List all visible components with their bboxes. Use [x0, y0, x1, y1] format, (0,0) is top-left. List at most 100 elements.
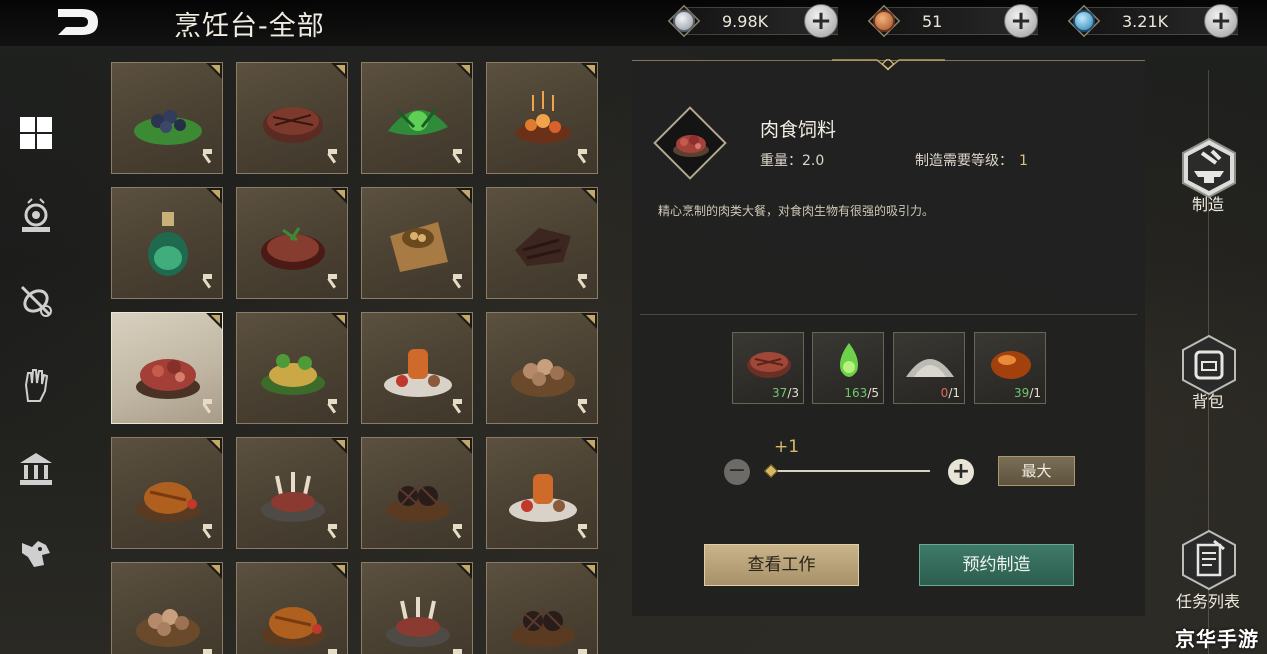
panel-divider: [640, 314, 1137, 315]
recipe-slot-urchin-dish[interactable]: [361, 437, 473, 549]
category-gather[interactable]: [16, 365, 56, 405]
hammer-icon: [202, 274, 212, 289]
back-button[interactable]: [54, 5, 104, 39]
material-have: 39: [1014, 386, 1030, 400]
copper-coin-icon: [873, 10, 895, 32]
category-meat[interactable]: [16, 281, 56, 321]
recipe-slot-herbs[interactable]: [361, 62, 473, 174]
recipe-slot-egg-basket[interactable]: [486, 312, 598, 424]
increase-quantity-button[interactable]: +: [948, 459, 974, 485]
hammer-icon: [452, 399, 462, 414]
egg-basket-icon: [511, 359, 575, 397]
currency-value: 3.21K: [1122, 12, 1169, 31]
sauce-platter-icon: [384, 349, 452, 397]
raw-meat-icon: [747, 352, 791, 378]
recipe-detail-panel: 肉食饲料 重量：2.0 制造需要等级： 1 精心烹制的肉类大餐，对食肉生物有很强的…: [632, 59, 1145, 616]
material-slot[interactable]: 39/1: [974, 332, 1046, 404]
required-level: 制造需要等级： 1: [915, 150, 1028, 170]
material-need: /1: [948, 386, 960, 400]
hammer-icon: [577, 149, 587, 164]
steak-icon: [263, 107, 323, 143]
material-slot[interactable]: 37/3: [732, 332, 804, 404]
creature-head-icon: [22, 541, 50, 567]
material-slot[interactable]: 0/1: [893, 332, 965, 404]
recipe-slot-roasted-nuts[interactable]: [486, 62, 598, 174]
scroll-list-icon: [1182, 529, 1236, 591]
grid-all-icon: [20, 117, 52, 149]
jerky-icon: [515, 228, 571, 266]
recipe-slot-meat-feed[interactable]: [111, 312, 223, 424]
hand-icon: [24, 369, 49, 402]
recipe-slot-steak[interactable]: [236, 62, 348, 174]
add-copper-button[interactable]: +: [1004, 4, 1038, 38]
recipe-slot-lamb-ribs[interactable]: [361, 562, 473, 654]
hammer-icon: [452, 149, 462, 164]
hammer-icon: [327, 649, 337, 654]
recipe-slot-jerky[interactable]: [486, 187, 598, 299]
slot-corner-marker: [581, 188, 597, 204]
panel-ornament: [832, 59, 945, 71]
material-slot[interactable]: 163/5: [812, 332, 884, 404]
roasted-nuts-icon: [515, 91, 571, 143]
add-gem-button[interactable]: +: [1204, 4, 1238, 38]
roast-chicken-icon: [136, 482, 200, 522]
temple-icon: [20, 453, 52, 485]
slot-corner-marker: [206, 188, 222, 204]
recipe-slot-sauce-platter[interactable]: [486, 437, 598, 549]
view-work-button[interactable]: 查看工作: [704, 544, 859, 586]
slot-corner-marker: [331, 563, 347, 579]
category-building[interactable]: [16, 449, 56, 489]
recipe-slot-grain-salad[interactable]: [236, 312, 348, 424]
back-arrow-icon: [58, 9, 98, 35]
recipe-slot-garnished-steak[interactable]: [236, 187, 348, 299]
grain-salad-icon: [261, 354, 325, 395]
potion-icon: [148, 212, 188, 276]
reserve-craft-button[interactable]: 预约制造: [919, 544, 1074, 586]
currency-value: 51: [922, 12, 943, 31]
recipe-slot-egg-basket[interactable]: [111, 562, 223, 654]
cooking-pot-icon: [22, 198, 50, 232]
recipe-slot-berries[interactable]: [111, 62, 223, 174]
seed-pouch-icon: [390, 222, 448, 272]
hammer-icon: [577, 649, 587, 654]
hammer-icon: [577, 399, 587, 414]
watermark: 京华手游: [1175, 627, 1259, 651]
recipe-slot-seed-pouch[interactable]: [361, 187, 473, 299]
egg-basket-icon: [136, 609, 200, 647]
hammer-icon: [327, 524, 337, 539]
slot-corner-marker: [206, 313, 222, 329]
slot-corner-marker: [206, 438, 222, 454]
slot-corner-marker: [581, 313, 597, 329]
quantity-slider[interactable]: [770, 470, 930, 472]
meat-feed-icon: [673, 135, 709, 157]
material-have: 37: [772, 386, 788, 400]
slot-corner-marker: [581, 63, 597, 79]
add-silver-button[interactable]: +: [804, 4, 838, 38]
material-count: 39/1: [1014, 386, 1041, 400]
category-creature[interactable]: [16, 533, 56, 573]
category-cooking[interactable]: [16, 197, 56, 237]
hammer-icon: [452, 274, 462, 289]
recipe-slot-roast-chicken[interactable]: [111, 437, 223, 549]
slot-corner-marker: [206, 63, 222, 79]
required-level-label: 制造需要等级：: [915, 153, 1013, 169]
decrease-quantity-button[interactable]: −: [724, 459, 750, 485]
green-extract-icon: [840, 343, 858, 377]
berries-icon: [134, 110, 202, 145]
tab-craft-label: 制造: [1191, 195, 1224, 214]
material-count: 37/3: [772, 386, 799, 400]
slot-corner-marker: [581, 563, 597, 579]
quantity-slider-handle[interactable]: [763, 463, 779, 479]
recipe-slot-sauce-platter[interactable]: [361, 312, 473, 424]
max-quantity-button[interactable]: 最大: [998, 456, 1075, 486]
recipe-slot-potion[interactable]: [111, 187, 223, 299]
recipe-slot-lamb-ribs[interactable]: [236, 437, 348, 549]
hammer-icon: [327, 149, 337, 164]
category-all[interactable]: [16, 113, 56, 153]
urchin-dish-icon: [511, 608, 575, 647]
recipe-slot-urchin-dish[interactable]: [486, 562, 598, 654]
tab-task-list-label: 任务列表: [1175, 592, 1240, 611]
item-description: 精心烹制的肉类大餐，对食肉生物有很强的吸引力。: [658, 204, 935, 218]
recipe-slot-roast-chicken[interactable]: [236, 562, 348, 654]
slot-corner-marker: [331, 313, 347, 329]
